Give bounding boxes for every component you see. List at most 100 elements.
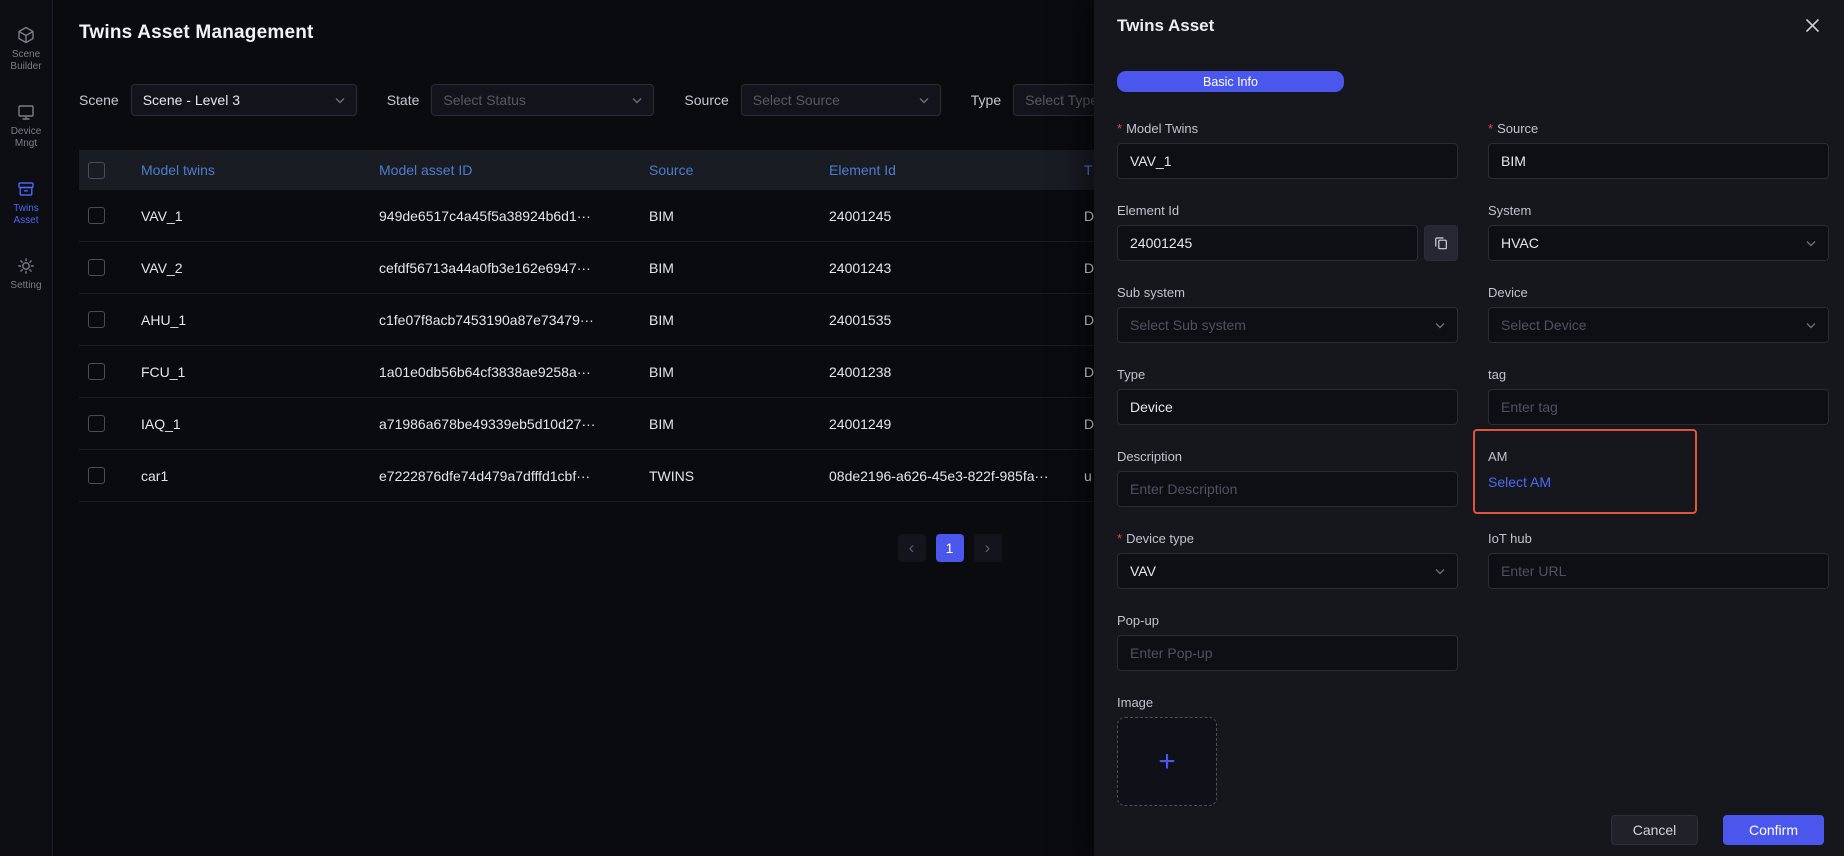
element-id-label: Element Id — [1117, 203, 1458, 219]
status-select[interactable]: Select Status — [431, 84, 654, 116]
column-header-model-twins[interactable]: Model twins — [141, 162, 379, 178]
scene-select-value: Scene - Level 3 — [143, 92, 240, 108]
source-select[interactable]: Select Source — [741, 84, 941, 116]
filter-scene-label: Scene — [79, 92, 119, 108]
field-image: Image + — [1117, 695, 1458, 806]
cell-element-id: 24001535 — [829, 312, 1084, 328]
field-tag: tag — [1488, 367, 1829, 425]
description-label: Description — [1117, 449, 1458, 465]
scene-select[interactable]: Scene - Level 3 — [131, 84, 357, 116]
filter-state-label: State — [387, 92, 420, 108]
select-all-checkbox[interactable] — [88, 162, 105, 179]
cell-model-twins: AHU_1 — [141, 312, 379, 328]
drawer-title: Twins Asset — [1117, 16, 1214, 36]
device-placeholder: Select Device — [1501, 317, 1587, 333]
description-input[interactable] — [1117, 471, 1458, 507]
field-popup: Pop-up — [1117, 613, 1458, 671]
sidebar-item-device-mngt[interactable]: Device Mngt — [0, 103, 52, 150]
cell-model-asset-id: c1fe07f8acb7453190a87e73479··· — [379, 312, 649, 328]
model-twins-label: Model Twins — [1126, 121, 1198, 136]
close-icon[interactable] — [1805, 18, 1820, 38]
type-input[interactable] — [1117, 389, 1458, 425]
cell-element-id: 24001245 — [829, 208, 1084, 224]
confirm-button[interactable]: Confirm — [1723, 815, 1824, 845]
chevron-down-icon — [335, 97, 345, 104]
select-am-link[interactable]: Select AM — [1488, 474, 1551, 490]
image-upload-box[interactable]: + — [1117, 717, 1217, 806]
row-checkbox[interactable] — [88, 415, 105, 432]
form-left-column: *Model Twins Element Id Sub system S — [1117, 121, 1458, 830]
cell-model-twins: FCU_1 — [141, 364, 379, 380]
element-id-input[interactable] — [1117, 225, 1418, 261]
cancel-button[interactable]: Cancel — [1611, 815, 1698, 845]
sub-system-placeholder: Select Sub system — [1130, 317, 1246, 333]
device-select[interactable]: Select Device — [1488, 307, 1829, 343]
image-label: Image — [1117, 695, 1458, 711]
popup-input[interactable] — [1117, 635, 1458, 671]
system-select[interactable]: HVAC — [1488, 225, 1829, 261]
field-system: System HVAC — [1488, 203, 1829, 261]
cell-model-asset-id: cefdf56713a44a0fb3e162e6947··· — [379, 260, 649, 276]
filter-source: Source Select Source — [684, 84, 940, 116]
drawer-footer: Cancel Confirm — [1611, 815, 1824, 845]
cell-model-asset-id: 949de6517c4a45f5a38924b6d1··· — [379, 208, 649, 224]
cell-source: BIM — [649, 312, 829, 328]
chevron-down-icon — [1435, 568, 1445, 575]
source-select-placeholder: Select Source — [753, 92, 840, 108]
device-type-label: Device type — [1126, 531, 1194, 546]
system-label: System — [1488, 203, 1829, 219]
source-input[interactable] — [1488, 143, 1829, 179]
drawer-header: Twins Asset — [1094, 0, 1844, 38]
chevron-down-icon — [1806, 322, 1816, 329]
sidebar-item-twins-asset[interactable]: Twins Asset — [0, 180, 52, 227]
tab-basic-info[interactable]: Basic Info — [1117, 71, 1344, 92]
pagination-prev-button[interactable]: ‹ — [898, 534, 926, 562]
row-checkbox[interactable] — [88, 311, 105, 328]
copy-icon — [1434, 236, 1448, 250]
copy-button[interactable] — [1424, 225, 1458, 261]
pagination-next-button[interactable]: › — [974, 534, 1002, 562]
filter-scene: Scene Scene - Level 3 — [79, 84, 357, 116]
iot-hub-input[interactable] — [1488, 553, 1829, 589]
row-checkbox[interactable] — [88, 207, 105, 224]
sidebar-item-label: Twins Asset — [0, 203, 52, 227]
field-description: Description — [1117, 449, 1458, 507]
filter-source-label: Source — [684, 92, 728, 108]
filter-type-label: Type — [971, 92, 1001, 108]
sidebar-item-scene-builder[interactable]: Scene Builder — [0, 26, 52, 73]
row-checkbox[interactable] — [88, 363, 105, 380]
device-mngt-icon — [17, 103, 35, 121]
cell-element-id: 24001238 — [829, 364, 1084, 380]
required-asterisk: * — [1117, 531, 1122, 546]
device-type-select[interactable]: VAV — [1117, 553, 1458, 589]
source-label: Source — [1497, 121, 1538, 136]
row-checkbox[interactable] — [88, 467, 105, 484]
cell-model-asset-id: 1a01e0db56b64cf3838ae9258a··· — [379, 364, 649, 380]
field-am: AM Select AM — [1488, 449, 1829, 507]
pagination-page-1[interactable]: 1 — [936, 534, 964, 562]
drawer-form: *Model Twins Element Id Sub system S — [1094, 92, 1844, 830]
cell-source: TWINS — [649, 468, 829, 484]
sub-system-select[interactable]: Select Sub system — [1117, 307, 1458, 343]
column-header-model-asset-id[interactable]: Model asset ID — [379, 162, 649, 178]
required-asterisk: * — [1117, 121, 1122, 136]
status-select-placeholder: Select Status — [443, 92, 526, 108]
cell-element-id: 24001249 — [829, 416, 1084, 432]
chevron-down-icon — [1806, 240, 1816, 247]
sub-system-label: Sub system — [1117, 285, 1458, 301]
field-model-twins: * Model Twins — [1117, 121, 1458, 179]
column-header-source[interactable]: Source — [649, 162, 829, 178]
cell-model-twins: car1 — [141, 468, 379, 484]
field-iot-hub: IoT hub — [1488, 531, 1829, 589]
sidebar-item-setting[interactable]: Setting — [0, 257, 52, 292]
row-checkbox[interactable] — [88, 259, 105, 276]
form-right-column: *Source System HVAC Device Select Device… — [1488, 121, 1829, 830]
required-asterisk: * — [1488, 121, 1493, 136]
column-header-element-id[interactable]: Element Id — [829, 162, 1084, 178]
model-twins-input[interactable] — [1117, 143, 1458, 179]
am-label: AM — [1488, 449, 1829, 465]
type-label: Type — [1117, 367, 1458, 383]
tag-label: tag — [1488, 367, 1829, 383]
tag-input[interactable] — [1488, 389, 1829, 425]
field-element-id: Element Id — [1117, 203, 1458, 261]
